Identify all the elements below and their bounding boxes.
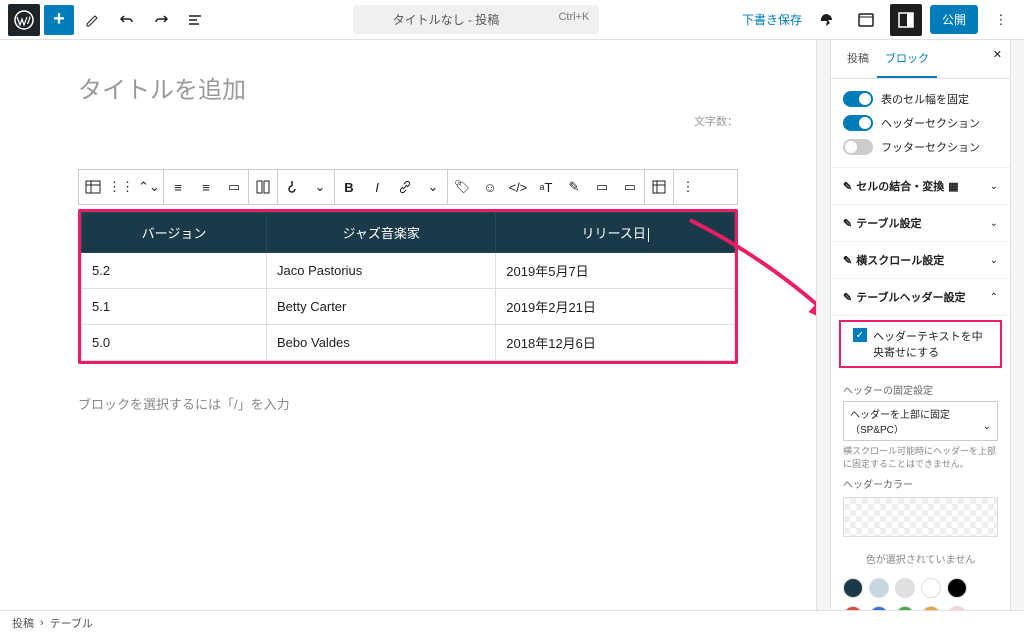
style-dropdown-icon[interactable]: ⌄ xyxy=(306,170,334,204)
char-count: 文字数： xyxy=(78,113,738,129)
color-swatch[interactable] xyxy=(843,578,863,598)
color-preview[interactable] xyxy=(843,497,998,537)
align-right-icon[interactable]: ▭ xyxy=(220,170,248,204)
fixed-help-text: 横スクロール可能時にヘッダーを上部に固定することはできません。 xyxy=(843,445,998,470)
undo-button[interactable] xyxy=(112,5,142,35)
outline-button[interactable] xyxy=(180,5,210,35)
block-more-button[interactable]: ⋮ xyxy=(674,170,702,204)
editor-canvas: タイトルを追加 文字数： ⋮⋮ ⌃⌄ ≡ ≡ ▭ xyxy=(0,40,816,610)
kbd-hint: Ctrl+K xyxy=(558,11,589,23)
table-row: 5.2Jaco Pastorius2019年5月7日 xyxy=(82,253,735,289)
image-icon[interactable]: ▭ xyxy=(616,170,644,204)
drag-handle-icon[interactable]: ⋮⋮ xyxy=(107,170,135,204)
no-color-message: 色が選択されていません xyxy=(843,543,998,570)
publish-button[interactable]: 公開 xyxy=(930,5,978,34)
color-swatch[interactable] xyxy=(947,578,967,598)
color-swatch[interactable] xyxy=(921,578,941,598)
code-icon[interactable]: </> xyxy=(504,170,532,204)
tab-post[interactable]: 投稿 xyxy=(839,40,877,78)
fixed-setting-label: ヘッターの固定設定 xyxy=(843,382,998,397)
add-block-button[interactable]: + xyxy=(44,5,74,35)
table-header-cell[interactable]: ジャズ音楽家 xyxy=(267,213,496,253)
column-icon[interactable] xyxy=(249,170,277,204)
header-fixed-select[interactable]: ヘッダーを上部に固定（SP&PC） xyxy=(843,401,998,441)
table-header-cell[interactable]: バージョン xyxy=(82,213,267,253)
bold-button[interactable]: B xyxy=(335,170,363,204)
tag-icon[interactable]: 🏷 xyxy=(448,170,476,204)
style-icon[interactable] xyxy=(278,170,306,204)
color-swatch[interactable] xyxy=(869,578,889,598)
post-title-input[interactable]: タイトルを追加 xyxy=(78,70,738,105)
more-options-button[interactable]: ⋮ xyxy=(986,5,1016,35)
topbar: + タイトルなし - 投稿 Ctrl+K 下書き保存 公開 ⋮ xyxy=(0,0,1024,40)
checkbox-center-header-text[interactable]: ✓ ヘッダーテキストを中央寄せにする xyxy=(839,320,1002,368)
panel-header-settings[interactable]: ✎ テーブルヘッダー設定⌃ xyxy=(831,279,1010,316)
preview-button[interactable] xyxy=(810,4,842,36)
table-edit-icon[interactable] xyxy=(645,170,673,204)
breadcrumb-post[interactable]: 投稿 xyxy=(12,615,34,631)
tab-block[interactable]: ブロック xyxy=(877,40,937,78)
align-left-icon[interactable]: ≡ xyxy=(164,170,192,204)
align-center-icon[interactable]: ≡ xyxy=(192,170,220,204)
table-row: 5.1Betty Carter2019年2月21日 xyxy=(82,289,735,325)
view-button[interactable] xyxy=(850,4,882,36)
document-title-bar[interactable]: タイトルなし - 投稿 Ctrl+K xyxy=(214,5,738,34)
wordpress-logo[interactable] xyxy=(8,4,40,36)
color-swatch[interactable] xyxy=(895,578,915,598)
panel-table-settings[interactable]: ✎ テーブル設定⌄ xyxy=(831,205,1010,242)
move-button[interactable]: ⌃⌄ xyxy=(135,170,163,204)
italic-button[interactable]: I xyxy=(363,170,391,204)
toggle-header-section[interactable] xyxy=(843,115,873,131)
emoji-icon[interactable]: ☺ xyxy=(476,170,504,204)
redo-button[interactable] xyxy=(146,5,176,35)
sidebar-tabs: 投稿 ブロック ✕ xyxy=(831,40,1010,79)
breadcrumb-table[interactable]: テーブル xyxy=(50,615,93,631)
toggle-fixed-width[interactable] xyxy=(843,91,873,107)
edit-mode-button[interactable] xyxy=(78,5,108,35)
document-title: タイトルなし - 投稿 xyxy=(393,13,500,27)
table-block-highlighted: バージョン ジャズ音楽家 リリース日 5.2Jaco Pastorius2019… xyxy=(78,209,738,364)
toggle-footer-section[interactable] xyxy=(843,139,873,155)
check-icon: ✓ xyxy=(853,328,867,342)
editor-scrollbar[interactable] xyxy=(816,40,830,610)
text-size-icon[interactable]: aT xyxy=(532,170,560,204)
breadcrumb: 投稿 › テーブル xyxy=(0,610,1024,634)
block-toolbar: ⋮⋮ ⌃⌄ ≡ ≡ ▭ ⌄ xyxy=(78,169,738,205)
save-draft-button[interactable]: 下書き保存 xyxy=(742,11,802,28)
table-header-cell[interactable]: リリース日 xyxy=(496,213,735,253)
settings-sidebar: 投稿 ブロック ✕ 表のセル幅を固定 ヘッダーセクション フッターセクション ✎… xyxy=(830,40,1010,610)
panel-cell-merge[interactable]: ✎ セルの結合・変換 ▦⌄ xyxy=(831,168,1010,205)
close-sidebar-icon[interactable]: ✕ xyxy=(993,48,1002,61)
block-type-icon[interactable] xyxy=(79,170,107,204)
sidebar-scrollbar[interactable] xyxy=(1010,40,1024,610)
settings-panel-button[interactable] xyxy=(890,4,922,36)
header-color-label: ヘッダーカラー xyxy=(843,476,998,491)
table-row: 5.0Bebo Valdes2018年12月6日 xyxy=(82,325,735,361)
block-placeholder[interactable]: ブロックを選択するには「/」を入力 xyxy=(78,394,738,413)
more-format-icon[interactable]: ⌄ xyxy=(419,170,447,204)
panel-scroll-settings[interactable]: ✎ 横スクロール設定⌄ xyxy=(831,242,1010,279)
data-table[interactable]: バージョン ジャズ音楽家 リリース日 5.2Jaco Pastorius2019… xyxy=(81,212,735,361)
link-button[interactable] xyxy=(391,170,419,204)
bg-color-icon[interactable]: ▭ xyxy=(588,170,616,204)
highlight-icon[interactable]: ✎ xyxy=(560,170,588,204)
